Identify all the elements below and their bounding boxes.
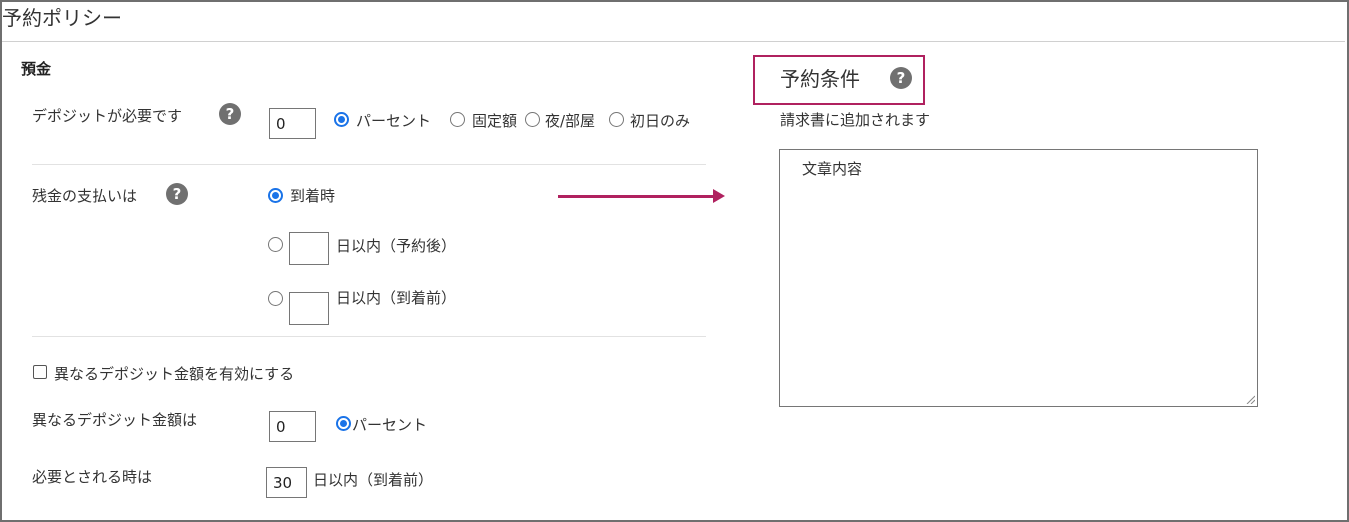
alt-deposit-amount-input[interactable]: 0 (269, 411, 316, 442)
conditions-title: 予約条件 (780, 67, 860, 91)
balance-before-arrival-label: 日以内（到着前） (336, 289, 457, 307)
alt-deposit-percent-radio[interactable] (336, 416, 351, 431)
annotation-arrow-head (713, 189, 725, 203)
deposit-night-room-radio[interactable] (525, 112, 540, 127)
balance-after-booking-radio[interactable] (268, 237, 283, 252)
title-divider (2, 41, 1345, 42)
enable-alt-deposit-label: 異なるデポジット金額を有効にする (54, 365, 295, 383)
balance-before-arrival-radio[interactable] (268, 291, 283, 306)
deposit-fixed-label: 固定額 (472, 112, 518, 130)
balance-after-booking-days-input[interactable] (289, 232, 329, 265)
alt-deposit-days-label: 日以内（到着前） (313, 471, 434, 489)
deposit-percent-label: パーセント (356, 112, 432, 130)
alt-deposit-percent-label: パーセント (352, 416, 428, 434)
deposit-percent-radio[interactable] (334, 112, 349, 127)
balance-arrival-label: 到着時 (290, 187, 336, 205)
deposit-fixed-radio[interactable] (450, 112, 465, 127)
resize-grip-icon[interactable] (1245, 394, 1255, 404)
page-title: 予約ポリシー (2, 6, 122, 30)
balance-before-arrival-days-input[interactable] (289, 292, 329, 325)
annotation-arrow (558, 195, 714, 198)
alt-deposit-amount-label: 異なるデポジット金額は (32, 411, 198, 429)
conditions-help-icon[interactable]: ? (890, 67, 912, 89)
deposit-required-label: デポジットが必要です (32, 107, 183, 125)
conditions-textarea-text: 文章内容 (802, 160, 863, 178)
section-divider (32, 336, 706, 337)
conditions-subtitle: 請求書に追加されます (780, 111, 931, 129)
deposit-help-icon[interactable]: ? (219, 103, 241, 125)
balance-help-icon[interactable]: ? (166, 183, 188, 205)
balance-after-booking-label: 日以内（予約後） (336, 237, 457, 255)
deposit-amount-input[interactable]: 0 (269, 108, 316, 139)
deposit-first-day-radio[interactable] (609, 112, 624, 127)
required-when-label: 必要とされる時は (32, 468, 153, 486)
deposit-first-day-label: 初日のみ (630, 112, 691, 130)
deposit-section-heading: 預金 (21, 60, 52, 78)
balance-arrival-radio[interactable] (268, 188, 283, 203)
balance-label: 残金の支払いは (32, 187, 138, 205)
enable-alt-deposit-checkbox[interactable] (33, 365, 47, 379)
alt-deposit-days-input[interactable]: 30 (266, 467, 307, 498)
deposit-night-room-label: 夜/部屋 (545, 112, 596, 130)
conditions-textarea[interactable]: 文章内容 (779, 149, 1258, 407)
section-divider (32, 164, 706, 165)
